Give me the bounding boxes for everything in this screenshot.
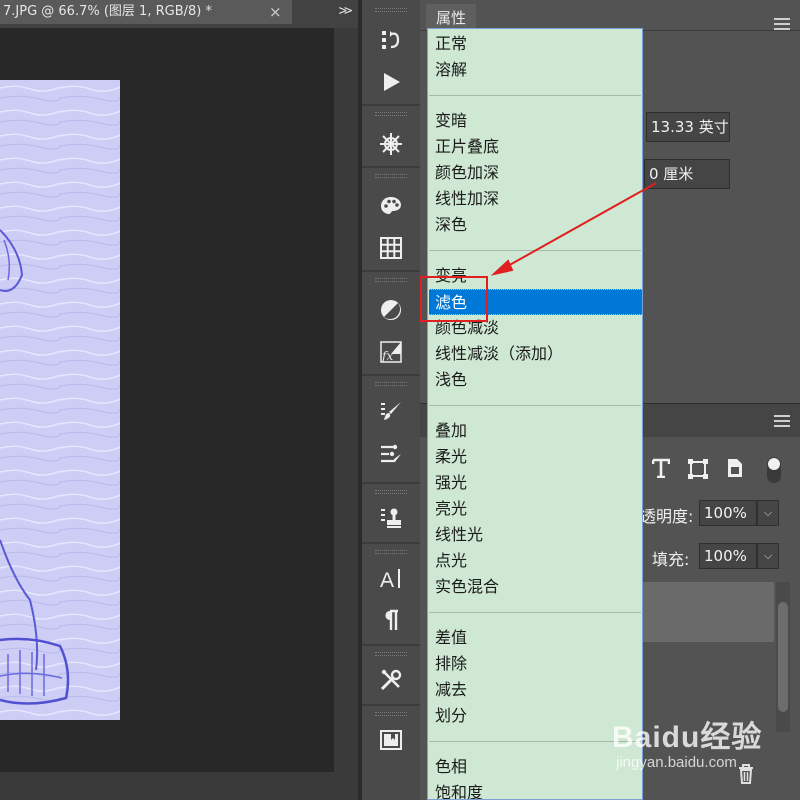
blend-mode-item[interactable]: 变暗: [435, 108, 635, 134]
separator: [362, 374, 420, 376]
panel-grip[interactable]: [375, 112, 407, 116]
svg-text:A: A: [380, 569, 394, 590]
blend-mode-item[interactable]: 线性光: [435, 522, 635, 548]
separator: [362, 542, 420, 544]
info-panel-icon[interactable]: [377, 726, 405, 754]
panel-icon-column: fx A: [362, 0, 420, 800]
blend-mode-item[interactable]: 溶解: [435, 57, 635, 83]
blend-mode-item[interactable]: 色相: [435, 754, 635, 780]
blend-mode-item[interactable]: 正片叠底: [435, 134, 635, 160]
panel-grip[interactable]: [375, 490, 407, 494]
opacity-input[interactable]: 100%: [699, 500, 757, 526]
brush-presets-icon[interactable]: [377, 398, 405, 426]
smart-object-icon[interactable]: [726, 458, 744, 483]
menu-separator: [429, 95, 641, 96]
status-bar: [0, 772, 360, 800]
fill-label: 填充:: [652, 550, 690, 569]
blend-mode-item[interactable]: 线性加深: [435, 186, 635, 212]
blend-mode-item[interactable]: 减去: [435, 677, 635, 703]
scrollbar-thumb[interactable]: [778, 602, 788, 712]
blend-mode-dropdown[interactable]: 正常 溶解 变暗 正片叠底 颜色加深 线性加深 深色 变亮 滤色 颜色减淡 线性减淡（添加） 浅色 叠加…: [427, 28, 643, 800]
separator: [362, 644, 420, 646]
fill-input[interactable]: 100%: [699, 543, 757, 569]
tab-properties[interactable]: 属性: [426, 4, 476, 30]
highlight-box: [420, 276, 488, 322]
blend-mode-item[interactable]: 柔光: [435, 444, 635, 470]
clone-source-icon[interactable]: [377, 504, 405, 532]
separator: [362, 482, 420, 484]
play-icon[interactable]: [377, 68, 405, 96]
document-tab-bar: 7.JPG @ 66.7% (图层 1, RGB/8) * × >>: [0, 0, 360, 28]
sketch-drawing: [0, 80, 120, 720]
brush-settings-icon[interactable]: [377, 440, 405, 468]
panel-menu-icon[interactable]: [774, 18, 790, 30]
color-palette-icon[interactable]: [377, 192, 405, 220]
text-layer-icon[interactable]: [651, 458, 671, 483]
panel-grip[interactable]: [375, 382, 407, 386]
document-tab-title: 7.JPG @ 66.7% (图层 1, RGB/8) *: [3, 4, 212, 19]
paragraph-icon[interactable]: [377, 606, 405, 634]
trash-icon[interactable]: [738, 764, 754, 789]
layer-row[interactable]: [640, 582, 774, 642]
menu-separator: [429, 612, 641, 613]
separator: [362, 270, 420, 272]
swatches-grid-icon[interactable]: [377, 234, 405, 262]
tab-overflow-icon[interactable]: >>: [330, 0, 358, 24]
blend-mode-item[interactable]: 排除: [435, 651, 635, 677]
blend-mode-item[interactable]: 正常: [435, 31, 635, 57]
panel-grip[interactable]: [375, 174, 407, 178]
close-icon[interactable]: ×: [269, 0, 282, 24]
blend-mode-item[interactable]: 饱和度: [435, 780, 635, 799]
canvas-area[interactable]: [0, 28, 334, 772]
blend-mode-item[interactable]: 叠加: [435, 418, 635, 444]
navigator-icon[interactable]: [377, 130, 405, 158]
shape-layer-icon[interactable]: [688, 459, 708, 484]
history-icon[interactable]: [377, 26, 405, 54]
panel-grip[interactable]: [375, 278, 407, 282]
canvas-image: [0, 80, 120, 720]
width-field[interactable]: 13.33 英寸: [646, 112, 730, 142]
blend-mode-item[interactable]: 线性减淡（添加）: [435, 341, 635, 367]
photoshop-window: 7.JPG @ 66.7% (图层 1, RGB/8) * × >> fx A …: [0, 0, 800, 800]
menu-separator: [429, 741, 641, 742]
panel-grip[interactable]: [375, 550, 407, 554]
tool-presets-icon[interactable]: [377, 666, 405, 694]
chevron-down-icon[interactable]: ⌵: [757, 500, 779, 526]
menu-separator: [429, 405, 641, 406]
offset-field[interactable]: 0 厘米: [644, 159, 730, 189]
blend-mode-item[interactable]: 亮光: [435, 496, 635, 522]
panel-grip[interactable]: [375, 652, 407, 656]
document-tab[interactable]: 7.JPG @ 66.7% (图层 1, RGB/8) * ×: [0, 0, 292, 24]
blend-mode-item[interactable]: 强光: [435, 470, 635, 496]
filter-toggle-icon[interactable]: [766, 456, 782, 489]
separator: [362, 166, 420, 168]
character-icon[interactable]: A: [377, 564, 405, 592]
canvas-scrollbar[interactable]: [334, 28, 360, 772]
svg-text:fx: fx: [381, 349, 393, 363]
fx-styles-icon[interactable]: fx: [377, 338, 405, 366]
layers-menu-icon[interactable]: [774, 415, 790, 427]
adjustments-icon[interactable]: [377, 296, 405, 324]
blend-mode-item[interactable]: 浅色: [435, 367, 635, 393]
separator: [362, 104, 420, 106]
panel-grip[interactable]: [375, 8, 407, 12]
chevron-down-icon[interactable]: ⌵: [757, 543, 779, 569]
blend-mode-item[interactable]: 实色混合: [435, 574, 635, 600]
opacity-label: 透明度:: [640, 507, 694, 526]
blend-mode-item[interactable]: 点光: [435, 548, 635, 574]
blend-mode-item[interactable]: 差值: [435, 625, 635, 651]
menu-separator: [429, 250, 641, 251]
panel-grip[interactable]: [375, 712, 407, 716]
separator: [362, 704, 420, 706]
blend-mode-item[interactable]: 颜色加深: [435, 160, 635, 186]
blend-mode-item[interactable]: 划分: [435, 703, 635, 729]
layers-scrollbar[interactable]: [776, 582, 790, 732]
blend-mode-item[interactable]: 深色: [435, 212, 635, 238]
